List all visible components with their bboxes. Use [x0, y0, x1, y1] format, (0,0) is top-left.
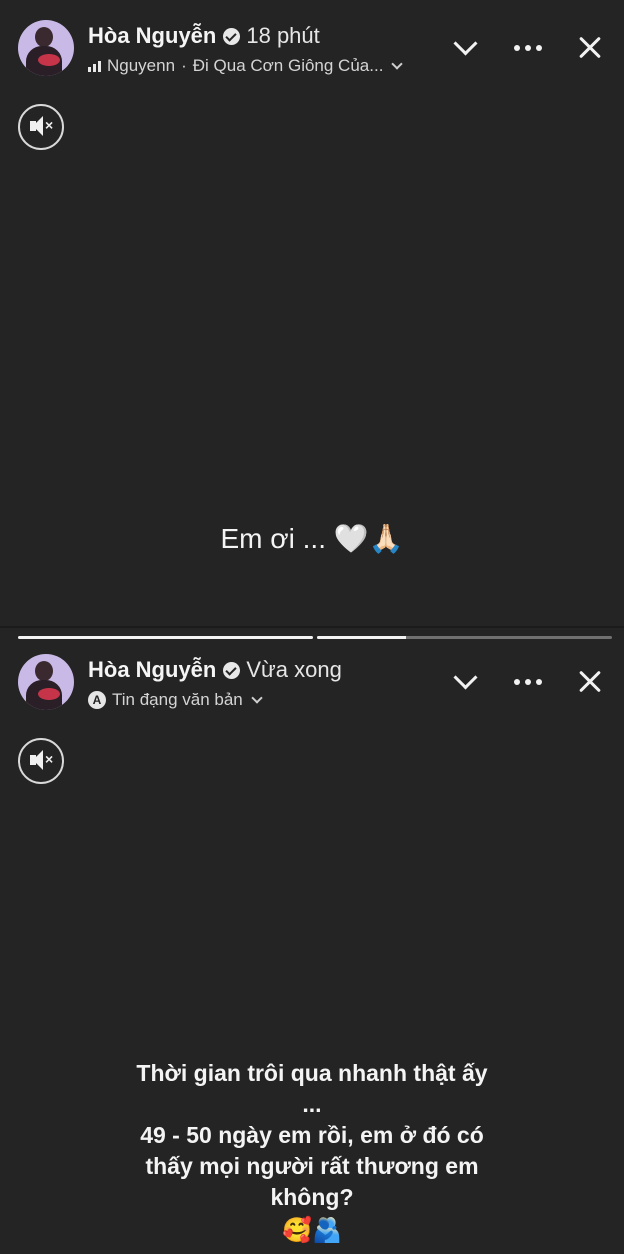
close-icon[interactable] [570, 28, 610, 68]
caption-line: thấy mọi người rất thương em [145, 1153, 479, 1179]
text-font-icon: A [88, 691, 106, 709]
chevron-down-icon [391, 58, 404, 70]
avatar[interactable] [18, 20, 74, 76]
caption-line: không? [270, 1184, 354, 1210]
user-name[interactable]: Hòa Nguyễn [88, 657, 216, 683]
caption-emojis: 🥰🫂 [282, 1217, 342, 1244]
story-header: Hòa Nguyễn Vừa xong A Tin đạng văn bản [18, 654, 610, 714]
story-panel-2: Hòa Nguyễn Vừa xong A Tin đạng văn bản ×… [0, 628, 624, 1254]
caption-line: 49 - 50 ngày em rồi, em ở đó có [140, 1122, 484, 1148]
story-caption: Thời gian trôi qua nhanh thật ấy ... 49 … [0, 1058, 624, 1246]
header-actions [424, 28, 610, 68]
more-icon[interactable] [508, 662, 548, 702]
close-icon[interactable] [570, 662, 610, 702]
story-progress [18, 636, 612, 639]
user-name[interactable]: Hòa Nguyễn [88, 23, 216, 49]
verified-icon [223, 27, 241, 45]
header-actions [424, 662, 610, 702]
story-meta: Hòa Nguyễn Vừa xong A Tin đạng văn bản [88, 654, 342, 712]
post-time: 18 phút [246, 23, 320, 48]
more-icon[interactable] [508, 28, 548, 68]
post-time: Vừa xong [246, 657, 342, 682]
progress-segment-1 [18, 636, 313, 639]
progress-segment-2 [317, 636, 612, 639]
mute-button[interactable]: × [18, 104, 64, 150]
avatar[interactable] [18, 654, 74, 710]
music-bars-icon [88, 60, 101, 72]
speaker-cone [33, 750, 43, 770]
music-info[interactable]: Nguyenn · Đi Qua Cơn Giông Của... [88, 54, 404, 78]
mute-x-icon: × [45, 751, 54, 767]
separator: · [181, 56, 187, 75]
caption-line: Thời gian trôi qua nhanh thật ấy [136, 1060, 488, 1086]
story-header: Hòa Nguyễn 18 phút Nguyenn · Đi Qua Cơn … [18, 20, 610, 80]
caption-line: ... [302, 1091, 322, 1117]
song-title: Đi Qua Cơn Giông Của... [192, 56, 384, 75]
story-meta: Hòa Nguyễn 18 phút Nguyenn · Đi Qua Cơn … [88, 20, 404, 78]
story-panel-1: Hòa Nguyễn 18 phút Nguyenn · Đi Qua Cơn … [0, 0, 624, 626]
story-type[interactable]: A Tin đạng văn bản [88, 688, 342, 712]
verified-icon [223, 661, 241, 679]
mute-button[interactable]: × [18, 738, 64, 784]
story-type-label: Tin đạng văn bản [112, 690, 243, 709]
chevron-down-icon [251, 692, 263, 704]
speaker-cone [33, 116, 43, 136]
mute-x-icon: × [45, 117, 54, 133]
story-caption: Em ơi ... 🤍🙏🏻 [220, 523, 404, 554]
collapse-chevron-icon[interactable] [446, 28, 486, 68]
music-artist: Nguyenn [107, 56, 176, 75]
collapse-chevron-icon[interactable] [446, 662, 486, 702]
